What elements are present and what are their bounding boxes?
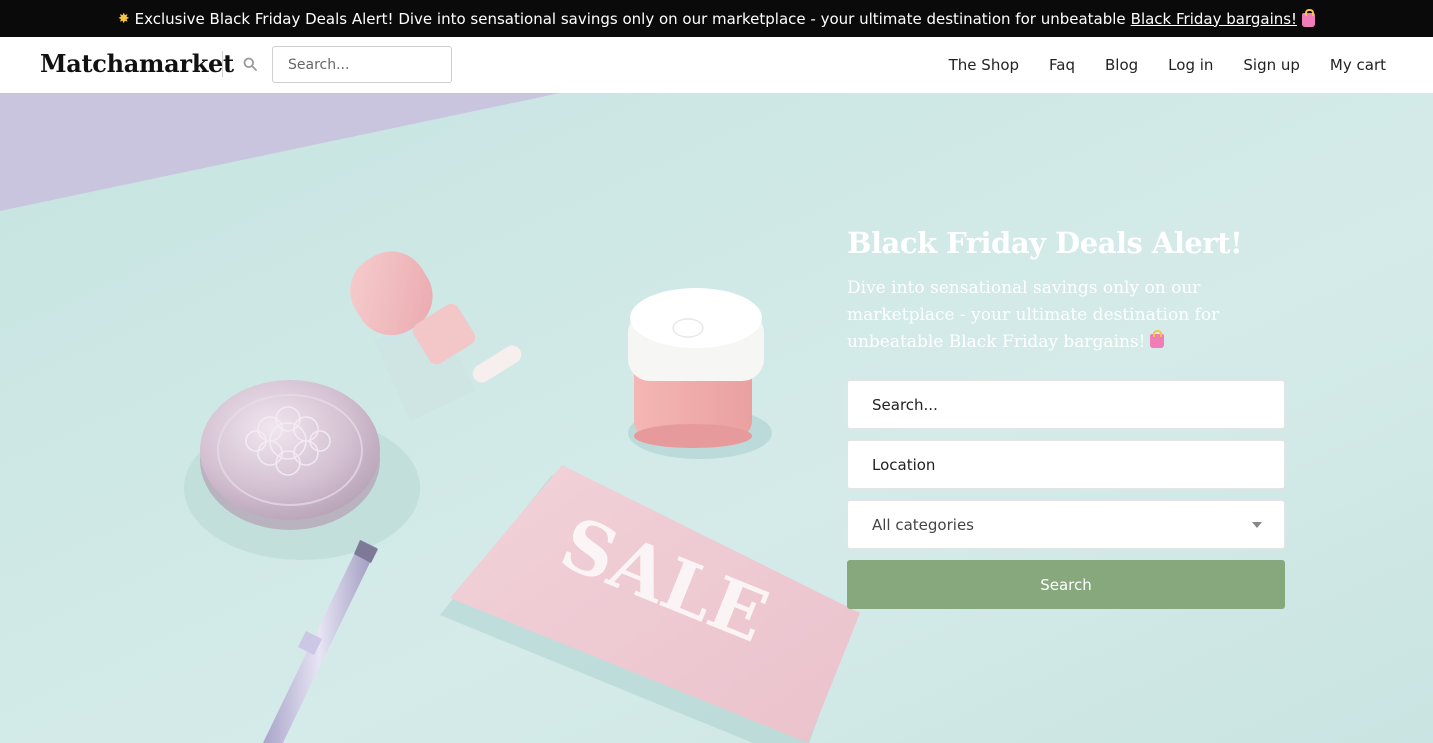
header-divider xyxy=(222,51,223,77)
nav-faq[interactable]: Faq xyxy=(1049,56,1075,74)
site-logo[interactable]: Matchamarket xyxy=(40,49,234,78)
shopping-bag-icon xyxy=(1302,8,1316,27)
category-select[interactable]: All categories xyxy=(847,500,1285,549)
hero-subtitle: Dive into sensational savings only on ou… xyxy=(847,275,1287,356)
header-search-input[interactable] xyxy=(272,46,452,83)
announcement-link[interactable]: Black Friday bargains! xyxy=(1131,10,1297,28)
main-nav: The Shop Faq Blog Log in Sign up My cart xyxy=(949,37,1386,93)
hero-search-input[interactable] xyxy=(847,380,1285,429)
nav-my-cart[interactable]: My cart xyxy=(1330,56,1386,74)
announcement-bar: ✸ Exclusive Black Friday Deals Alert! Di… xyxy=(0,0,1433,37)
category-selected-value: All categories xyxy=(872,515,974,534)
search-icon[interactable] xyxy=(243,57,257,71)
hero-section: SALE Black Friday Deals Alert! Dive into… xyxy=(0,93,1433,743)
hero-title: Black Friday Deals Alert! xyxy=(847,226,1243,260)
shopping-bag-icon xyxy=(1149,330,1164,348)
nav-blog[interactable]: Blog xyxy=(1105,56,1138,74)
announcement-text: Exclusive Black Friday Deals Alert! Dive… xyxy=(134,9,1126,28)
chevron-down-icon xyxy=(1252,521,1262,528)
nav-the-shop[interactable]: The Shop xyxy=(949,56,1019,74)
star-icon: ✸ xyxy=(117,10,130,27)
location-input[interactable] xyxy=(847,440,1285,489)
nav-sign-up[interactable]: Sign up xyxy=(1243,56,1300,74)
nav-log-in[interactable]: Log in xyxy=(1168,56,1213,74)
site-header: Matchamarket The Shop Faq Blog Log in Si… xyxy=(0,37,1433,93)
search-button[interactable]: Search xyxy=(847,560,1285,609)
